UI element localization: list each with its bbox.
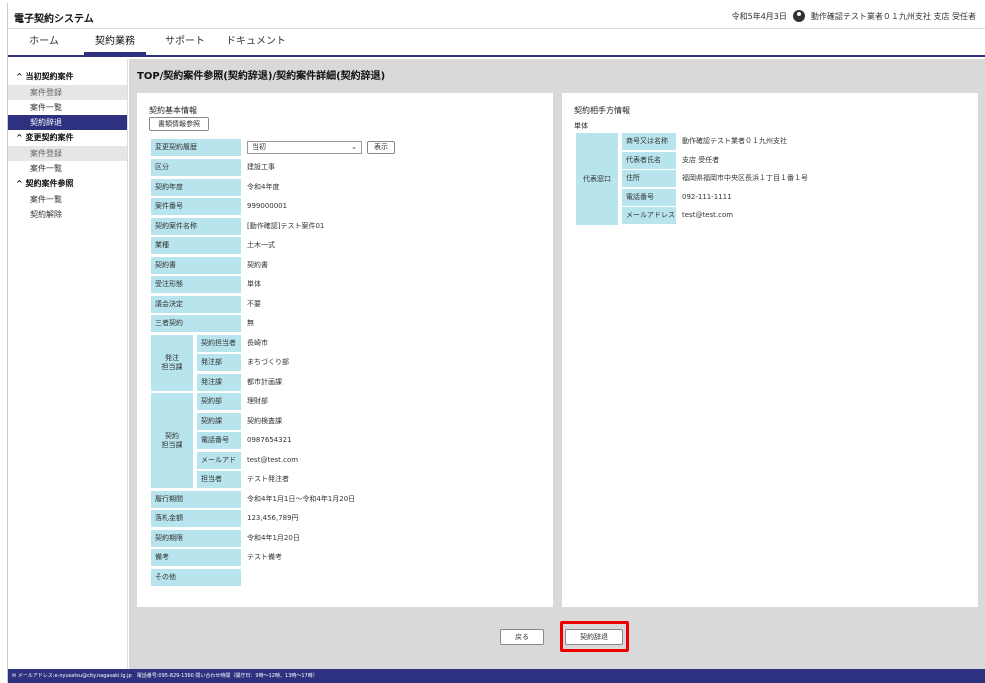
field-value: 無 (247, 319, 254, 327)
field-label: 担当者 (197, 471, 241, 488)
partner-info-title: 契約相手方情報 (574, 106, 630, 115)
partner-field-label: メールアドレス (622, 207, 676, 224)
sidebar-item-change-list[interactable]: 案件一覧 (8, 161, 127, 176)
basic-info-title: 契約基本情報 (149, 106, 197, 115)
field-label: 契約部 (197, 393, 241, 410)
field-value: まちづくり部 (247, 358, 289, 366)
sidebar-item-change-register[interactable]: 案件登録 (8, 146, 127, 161)
field-label: その他 (151, 568, 241, 586)
partner-field-label: 商号又は名称 (622, 133, 676, 150)
user-name: 動作確認テスト業者０１九州支社 支店 受任者 (810, 11, 976, 21)
app-title: 電子契約システム (14, 14, 94, 25)
field-value: 令和4年1月20日 (247, 533, 300, 542)
partner-field-value: 092-111-1111 (682, 192, 732, 201)
field-value: 令和4年度 (247, 182, 280, 191)
sidebar-group-change[interactable]: ^ 変更契約案件 (8, 130, 127, 146)
partner-field-label: 電話番号 (622, 188, 676, 206)
main-content: TOP/契約案件参照(契約辞退)/契約案件詳細(契約辞退) 契約基本情報 書類情… (129, 59, 985, 669)
partner-field-value: 福岡県福岡市中央区長浜１丁目１番１号 (682, 174, 808, 182)
back-button[interactable]: 戻る (500, 629, 544, 645)
tab-documents[interactable]: ドキュメント (224, 29, 288, 55)
basic-info-panel: 契約基本情報 書類情報参照 変更契約履歴 当初 ⌄ 表示 区分 建設工事 契約年度 令和… (137, 93, 553, 607)
main-nav: ホーム 契約業務 サポート ドキュメント (8, 29, 985, 57)
mail-icon: ✉ (12, 673, 17, 679)
field-value: 0987654321 (247, 436, 292, 444)
tab-contract-work[interactable]: 契約業務 (84, 29, 146, 55)
field-label: 備考 (151, 549, 241, 566)
field-value: 土木一式 (247, 241, 275, 249)
sidebar-group-reference[interactable]: ^ 契約案件参照 (8, 176, 127, 192)
field-value: 長崎市 (247, 338, 268, 347)
field-value: 123,456,789円 (247, 514, 299, 522)
document-info-button[interactable]: 書類情報参照 (149, 117, 209, 131)
field-label: 区分 (151, 159, 241, 176)
tab-support[interactable]: サポート (158, 29, 212, 55)
field-value: 契約書 (247, 260, 268, 269)
history-select[interactable]: 当初 ⌄ (247, 141, 362, 154)
partner-info-panel: 契約相手方情報 単体 代表窓口 商号又は名称 動作確認テスト業者０１九州支社 代表者… (562, 93, 978, 607)
sidebar-item-initial-decline[interactable]: 契約辞退 (8, 115, 127, 130)
field-label: 議会決定 (151, 295, 241, 313)
group-label: 契約 担当課 (151, 393, 193, 488)
field-value: 単体 (247, 280, 261, 288)
field-label: 発注部 (197, 354, 241, 371)
field-value: 契約検査課 (247, 416, 282, 425)
field-label: 履行期間 (151, 490, 241, 508)
field-value: 都市計画課 (247, 377, 282, 386)
field-label: 電話番号 (197, 432, 241, 449)
field-label: 契約案件名称 (151, 217, 241, 235)
field-label: 契約期限 (151, 529, 241, 547)
field-value: 理財部 (247, 397, 268, 405)
field-value: [動作確認]テスト案件01 (247, 221, 325, 230)
field-label: 発注課 (197, 373, 241, 391)
current-date: 令和5年4月3日 (731, 11, 787, 21)
top-bar: 電子契約システム 令和5年4月3日 動作確認テスト業者０１九州支社 支店 受任者 (8, 3, 985, 29)
field-label: 受注形態 (151, 276, 241, 293)
field-label: 業種 (151, 237, 241, 254)
field-value: 999000001 (247, 202, 288, 210)
user-icon[interactable] (792, 10, 805, 22)
partner-field-value: test@test.com (682, 211, 734, 219)
sidebar-item-reference-list[interactable]: 案件一覧 (8, 192, 127, 207)
partner-field-value: 支店 受任者 (682, 155, 720, 164)
breadcrumb: TOP/契約案件参照(契約辞退)/契約案件詳細(契約辞退) (137, 71, 386, 82)
field-label: 三者契約 (151, 315, 241, 332)
sidebar-item-reference-cancel[interactable]: 契約解除 (8, 207, 127, 222)
sidebar-item-initial-list[interactable]: 案件一覧 (8, 100, 127, 115)
partner-field-label: 代表者氏名 (622, 151, 676, 169)
field-label: メールアドレス (197, 451, 241, 481)
partner-field-label: 住所 (622, 170, 676, 187)
footer-bar: ✉ メールアドレス:e-nyusatsu@city.nagasaki.lg.jp… (8, 669, 985, 683)
highlight-box (560, 621, 629, 652)
partner-type: 単体 (574, 122, 588, 130)
show-button[interactable]: 表示 (367, 141, 395, 154)
tab-home[interactable]: ホーム (18, 29, 70, 55)
chevron-down-icon: ⌄ (351, 143, 357, 151)
sidebar: ^ 当初契約案件 案件登録 案件一覧 契約辞退 ^ 変更契約案件 案件登録 案件… (8, 59, 128, 669)
field-label: 契約担当者 (197, 334, 241, 352)
field-label: 契約年度 (151, 178, 241, 196)
field-label: 契約書 (151, 256, 241, 274)
partner-group-label: 代表窓口 (576, 133, 618, 225)
footer-contact: メールアドレス:e-nyusatsu@city.nagasaki.lg.jp 電… (17, 673, 318, 679)
group-label: 発注 担当課 (151, 334, 193, 391)
app-window: 電子契約システム 令和5年4月3日 動作確認テスト業者０１九州支社 支店 受任者… (7, 3, 985, 683)
field-value: テスト発注者 (247, 475, 289, 483)
history-label: 変更契約履歴 (151, 139, 241, 156)
field-value (247, 569, 547, 586)
field-value: テスト備考 (247, 553, 282, 561)
sidebar-item-initial-register[interactable]: 案件登録 (8, 85, 127, 100)
field-value: 建設工事 (247, 163, 275, 171)
sidebar-group-initial[interactable]: ^ 当初契約案件 (8, 69, 127, 85)
field-label: 案件番号 (151, 198, 241, 215)
field-value: 令和4年1月1日～令和4年1月20日 (247, 494, 356, 503)
user-area: 令和5年4月3日 動作確認テスト業者０１九州支社 支店 受任者 (732, 10, 976, 22)
field-label: 落札金額 (151, 510, 241, 527)
partner-field-value: 動作確認テスト業者０１九州支社 (682, 137, 787, 145)
field-label: 契約課 (197, 412, 241, 430)
field-value: test@test.com (247, 455, 299, 464)
field-value: 不要 (247, 299, 261, 308)
